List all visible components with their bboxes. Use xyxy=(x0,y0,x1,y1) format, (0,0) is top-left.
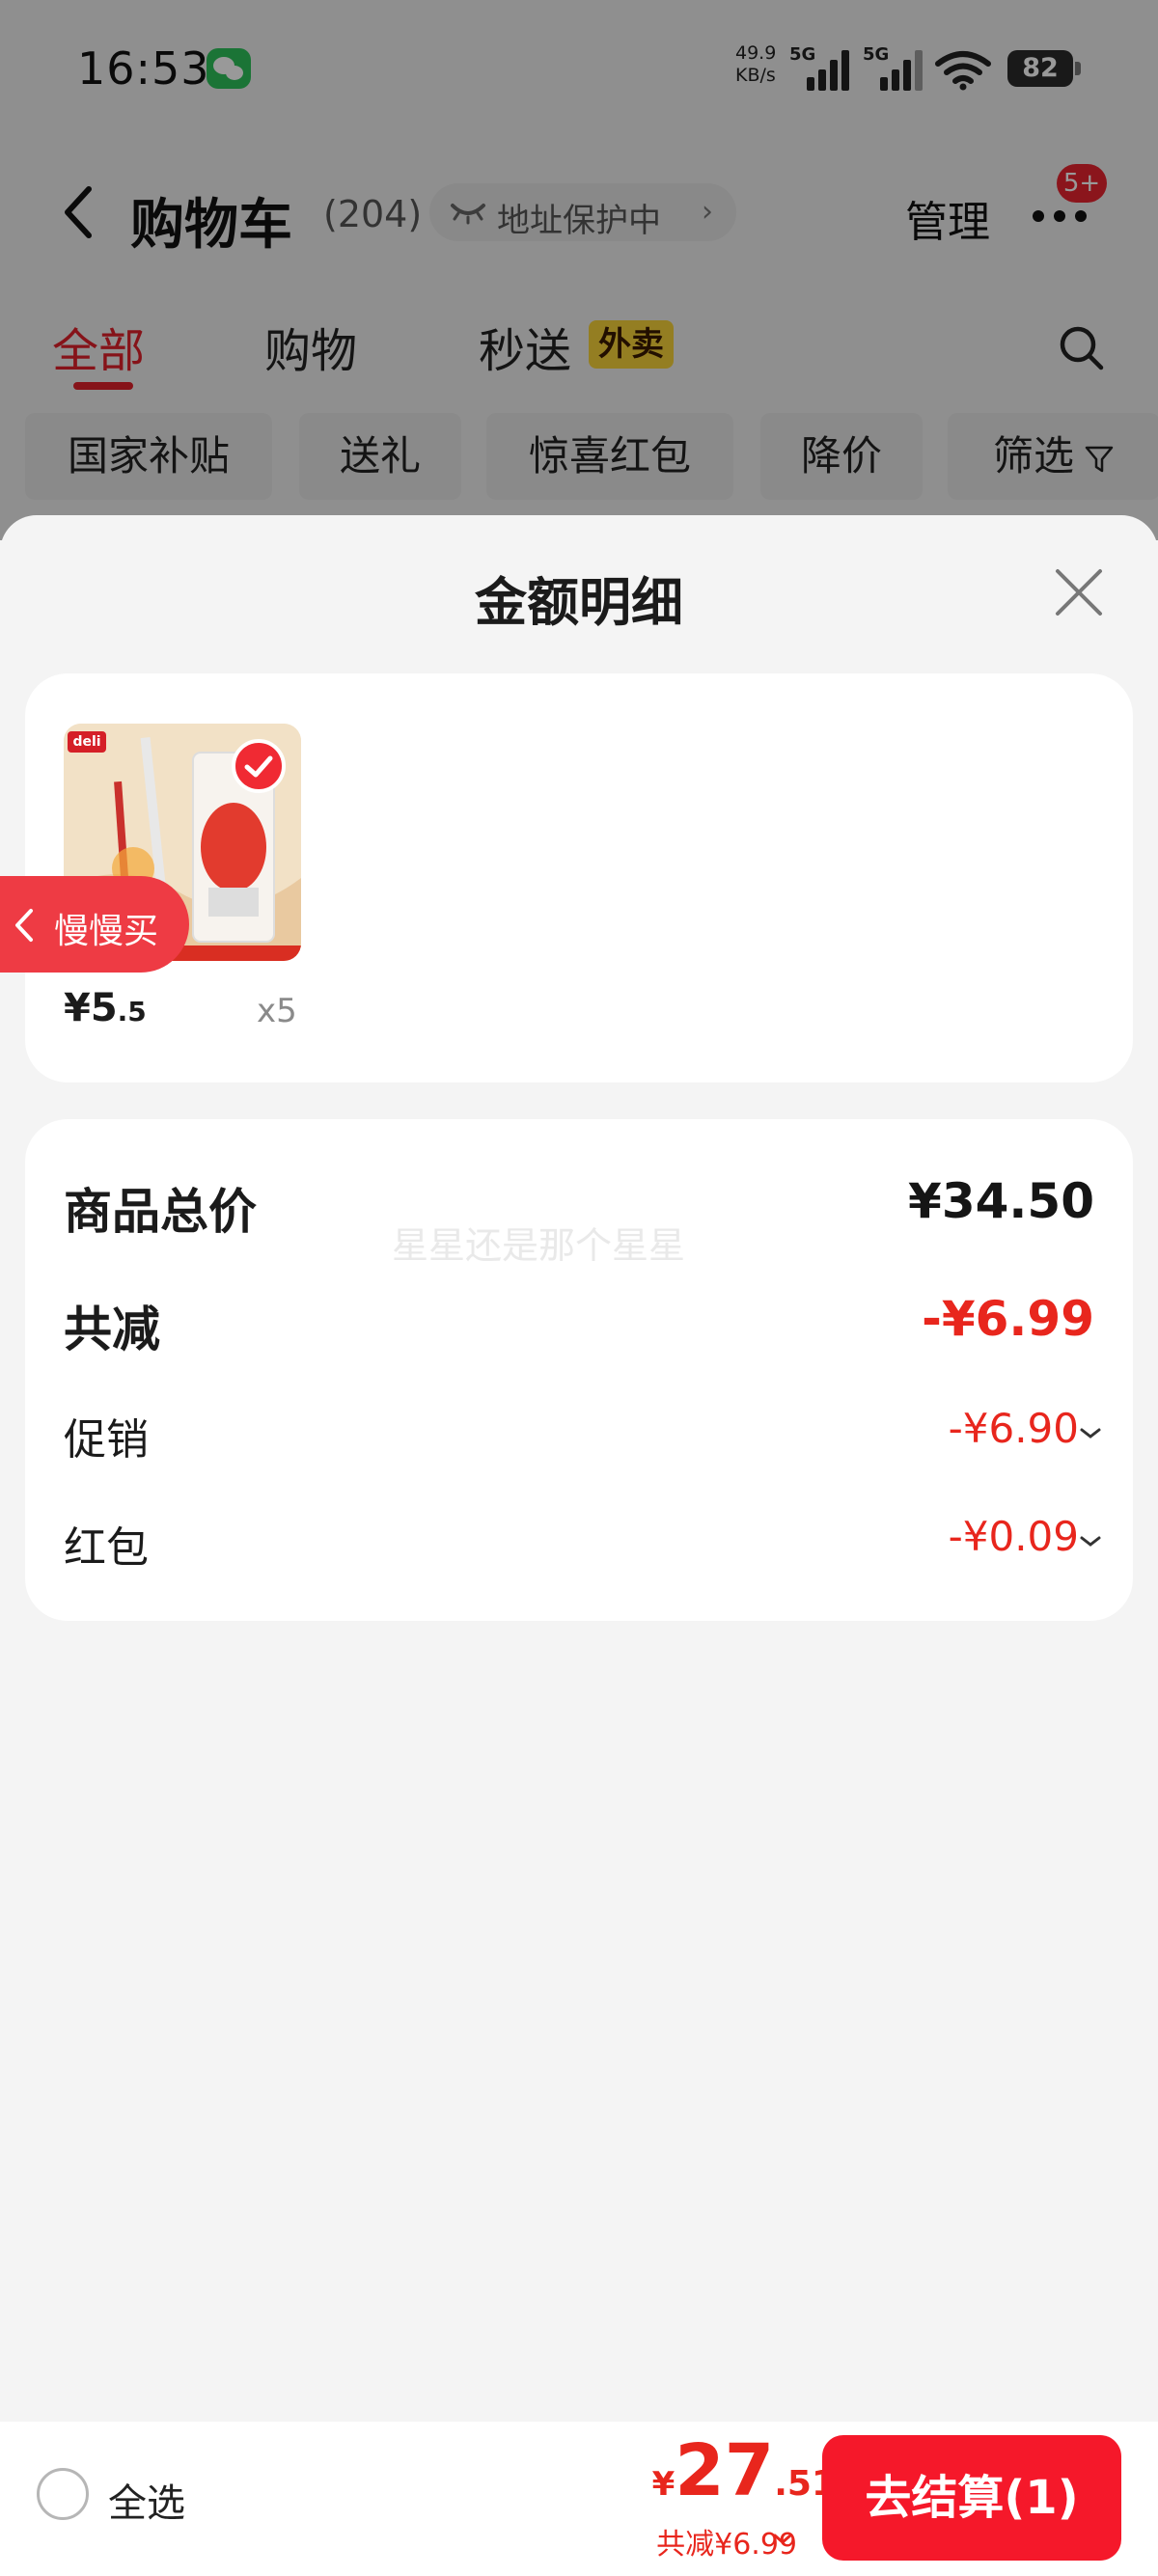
redpacket-label: 红包 xyxy=(64,1523,149,1573)
item-unit-price: ¥5.5 xyxy=(64,986,147,1030)
checkout-button[interactable]: 去结算(1) xyxy=(822,2435,1121,2561)
watermark-text: 星星还是那个星星 xyxy=(392,1224,686,1267)
brand-logo: deli xyxy=(68,731,106,753)
amount-detail-sheet: 金额明细 deli ¥5.5 x5 星星还是那个星星 商品总价 ¥34.50 共… xyxy=(0,515,1158,2576)
item-price-int: ¥5 xyxy=(64,986,118,1030)
redpacket-value[interactable]: -¥0.09 xyxy=(949,1513,1079,1560)
selected-check-icon xyxy=(232,739,286,793)
select-all-radio[interactable] xyxy=(37,2468,89,2520)
slow-buy-label: 慢慢买 xyxy=(54,912,159,951)
payable-currency: ¥ xyxy=(651,2465,676,2504)
item-quantity: x5 xyxy=(257,992,297,1030)
chevron-down-icon[interactable] xyxy=(772,2532,793,2547)
checkout-bar: 全选 ¥27.51 共减¥6.99 去结算(1) xyxy=(0,2422,1158,2576)
price-summary-card: 星星还是那个星星 商品总价 ¥34.50 共减 -¥6.99 促销 -¥6.90… xyxy=(25,1119,1133,1621)
payable-int: 27 xyxy=(675,2429,775,2512)
chevron-down-icon[interactable] xyxy=(1079,1534,1102,1549)
close-icon[interactable] xyxy=(1052,565,1106,619)
slow-buy-floating-tab[interactable]: 慢慢买 xyxy=(0,876,189,973)
select-all-label[interactable]: 全选 xyxy=(108,2472,185,2528)
total-reduction-value: -¥6.99 xyxy=(922,1291,1094,1347)
payable-amount: ¥27.51 xyxy=(652,2429,836,2512)
total-price-value: ¥34.50 xyxy=(908,1173,1094,1229)
total-price-label: 商品总价 xyxy=(64,1184,257,1240)
total-reduction-label: 共减 xyxy=(64,1302,160,1357)
sheet-title: 金额明细 xyxy=(475,572,683,633)
modal-overlay[interactable] xyxy=(0,0,1158,540)
promotion-label: 促销 xyxy=(64,1415,149,1465)
chevron-down-icon[interactable] xyxy=(1079,1426,1102,1441)
item-price-dec: .5 xyxy=(117,996,147,1028)
selected-items-card: deli ¥5.5 x5 xyxy=(25,673,1133,1082)
promotion-value[interactable]: -¥6.90 xyxy=(949,1405,1079,1452)
chevron-left-icon xyxy=(15,909,33,942)
